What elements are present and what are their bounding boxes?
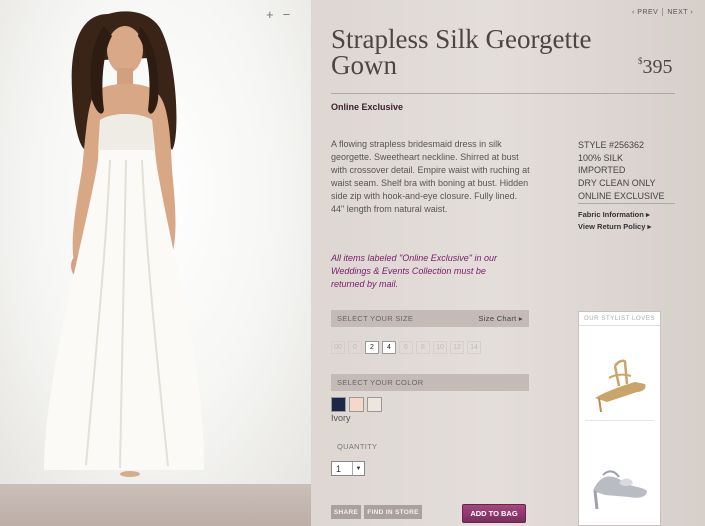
color-swatches <box>331 397 382 412</box>
title-divider <box>331 93 675 94</box>
size-option[interactable]: 2 <box>365 341 379 354</box>
arrow-right-icon: ▸ <box>645 210 650 219</box>
size-chart-label: Size Chart <box>478 314 517 323</box>
fabric-information-link[interactable]: Fabric Information ▸ <box>578 209 651 221</box>
return-policy-link[interactable]: View Return Policy ▸ <box>578 221 651 233</box>
zoom-in-button[interactable]: + <box>266 7 274 22</box>
size-option[interactable]: 0 <box>348 341 362 354</box>
arrow-right-icon: ▸ <box>647 221 652 231</box>
color-swatch[interactable] <box>331 397 346 412</box>
chevron-down-icon: ▼ <box>352 462 364 475</box>
color-selector-header: SELECT YOUR COLOR <box>331 374 529 391</box>
color-selector-label: SELECT YOUR COLOR <box>337 378 424 387</box>
arrow-right-icon: ▸ <box>518 314 523 323</box>
gown-model-illustration <box>44 11 204 477</box>
spec-care: DRY CLEAN ONLY <box>578 178 656 189</box>
fabric-link-label: Fabric Information <box>578 210 644 219</box>
selected-color-name: Ivory <box>331 413 351 423</box>
prev-link[interactable]: ‹ PREV <box>632 9 658 16</box>
next-label: NEXT <box>667 8 688 16</box>
gold-sandal-image[interactable] <box>585 326 655 416</box>
size-option[interactable]: 6 <box>399 341 413 354</box>
size-option[interactable]: 10 <box>433 341 447 354</box>
spec-origin: IMPORTED <box>578 165 626 176</box>
size-options: 00 0 2 4 6 8 10 12 14 <box>331 341 481 354</box>
image-footer-strip <box>0 484 311 526</box>
product-description: A flowing strapless bridesmaid dress in … <box>331 139 530 214</box>
size-selector-header: SELECT YOUR SIZE Size Chart ▸ <box>331 310 529 327</box>
size-option[interactable]: 8 <box>416 341 430 354</box>
info-links: Fabric Information ▸ View Return Policy … <box>578 209 651 232</box>
quantity-select[interactable]: 1 ▼ <box>331 461 365 476</box>
next-link[interactable]: NEXT › <box>667 9 693 16</box>
stylist-divider <box>585 420 654 421</box>
share-button[interactable]: SHARE <box>331 505 361 519</box>
size-selector-label: SELECT YOUR SIZE <box>337 314 414 323</box>
prev-label: PREV <box>637 8 659 16</box>
size-option[interactable]: 4 <box>382 341 396 354</box>
spec-exclusive: ONLINE EXCLUSIVE <box>578 190 665 201</box>
product-specs: STYLE #256362 100% SILK IMPORTED DRY CLE… <box>578 139 665 203</box>
add-to-bag-button[interactable]: ADD TO BAG <box>462 504 526 523</box>
spec-style: STYLE #256362 <box>578 140 645 150</box>
specs-divider <box>578 203 675 204</box>
online-exclusive-label: Online Exclusive <box>331 102 404 112</box>
product-price: $395 <box>638 56 673 79</box>
return-link-label: View Return Policy <box>578 221 646 231</box>
size-chart-link[interactable]: Size Chart ▸ <box>479 314 523 323</box>
nav-divider <box>662 8 664 16</box>
price-amount: 395 <box>642 56 673 78</box>
zoom-out-button[interactable]: − <box>283 7 291 22</box>
color-swatch[interactable] <box>349 397 364 412</box>
silver-pump-image[interactable] <box>585 425 655 515</box>
stylist-loves-heading: OUR STYLIST LOVES <box>579 312 660 326</box>
size-option[interactable]: 14 <box>467 341 481 354</box>
product-image[interactable]: + − <box>0 0 311 484</box>
size-option[interactable]: 00 <box>331 341 345 354</box>
return-note: All items labeled "Online Exclusive" in … <box>331 253 497 290</box>
product-pagination: ‹ PREV NEXT › <box>632 8 693 16</box>
quantity-label: QUANTITY <box>337 442 378 451</box>
spec-material: 100% SILK <box>578 152 624 163</box>
quantity-value: 1 <box>336 463 342 474</box>
stylist-loves-panel: OUR STYLIST LOVES <box>578 311 661 526</box>
product-title: Strapless Silk Georgette Gown <box>331 24 592 80</box>
size-option[interactable]: 12 <box>450 341 464 354</box>
find-in-store-button[interactable]: FIND IN STORE <box>364 505 422 519</box>
color-swatch[interactable] <box>367 397 382 412</box>
